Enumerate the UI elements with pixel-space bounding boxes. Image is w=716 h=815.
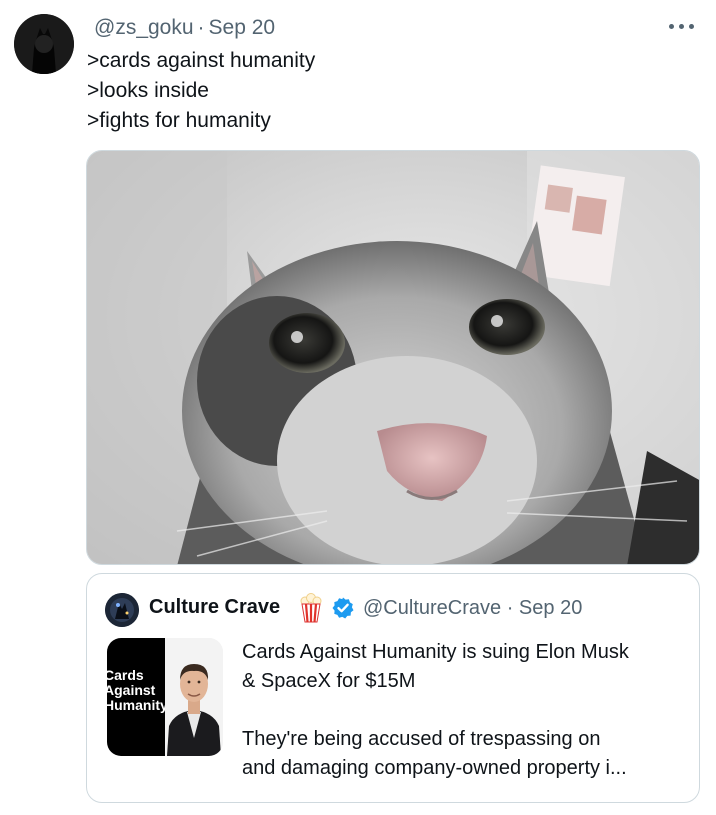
tweet-text: >cards against humanity >looks inside >f… — [87, 46, 315, 136]
popcorn-emoji-icon — [299, 592, 323, 624]
verified-badge-icon — [331, 596, 355, 620]
author-handle[interactable]: @zs_goku — [94, 16, 194, 39]
tweet-line: >fights for humanity — [87, 109, 271, 132]
cah-logo-line: Against — [107, 682, 156, 698]
cah-logo-line: Humanity — [107, 697, 168, 713]
quote-separator: · — [506, 597, 514, 619]
header-separator: · — [197, 16, 205, 39]
tweet-date[interactable]: Sep 20 — [209, 16, 276, 39]
author-avatar[interactable] — [14, 14, 74, 74]
quote-text-line: & SpaceX for $15M — [242, 670, 416, 692]
cah-logo: Cards Against Humanity — [107, 638, 168, 756]
tweet-line: >cards against humanity — [87, 49, 316, 72]
tweet-image-cat[interactable] — [86, 150, 700, 565]
quote-thumbnail[interactable]: Cards Against Humanity — [107, 638, 223, 756]
more-icon[interactable] — [665, 12, 701, 40]
quote-text: Cards Against Humanity is suing Elon Mus… — [242, 638, 692, 783]
quoted-tweet[interactable]: Culture Crave @CultureCrave · Sep 20 Car… — [86, 573, 700, 803]
cah-logo-line: Cards — [107, 667, 144, 683]
tweet-header: @zs_goku · Sep 20 — [94, 16, 275, 40]
person-photo — [165, 638, 223, 756]
quote-author-name[interactable]: Culture Crave — [149, 596, 280, 619]
quote-author-handle[interactable]: @CultureCrave — [363, 597, 501, 619]
quote-text-line: Cards Against Humanity is suing Elon Mus… — [242, 641, 629, 663]
quote-text-line: and damaging company-owned property i... — [242, 757, 627, 779]
quote-text-line: They're being accused of trespassing on — [242, 728, 601, 750]
quote-meta: @CultureCrave · Sep 20 — [363, 597, 582, 620]
quote-author-avatar[interactable] — [105, 593, 139, 627]
tweet-line: >looks inside — [87, 79, 209, 102]
quote-date[interactable]: Sep 20 — [519, 597, 582, 619]
